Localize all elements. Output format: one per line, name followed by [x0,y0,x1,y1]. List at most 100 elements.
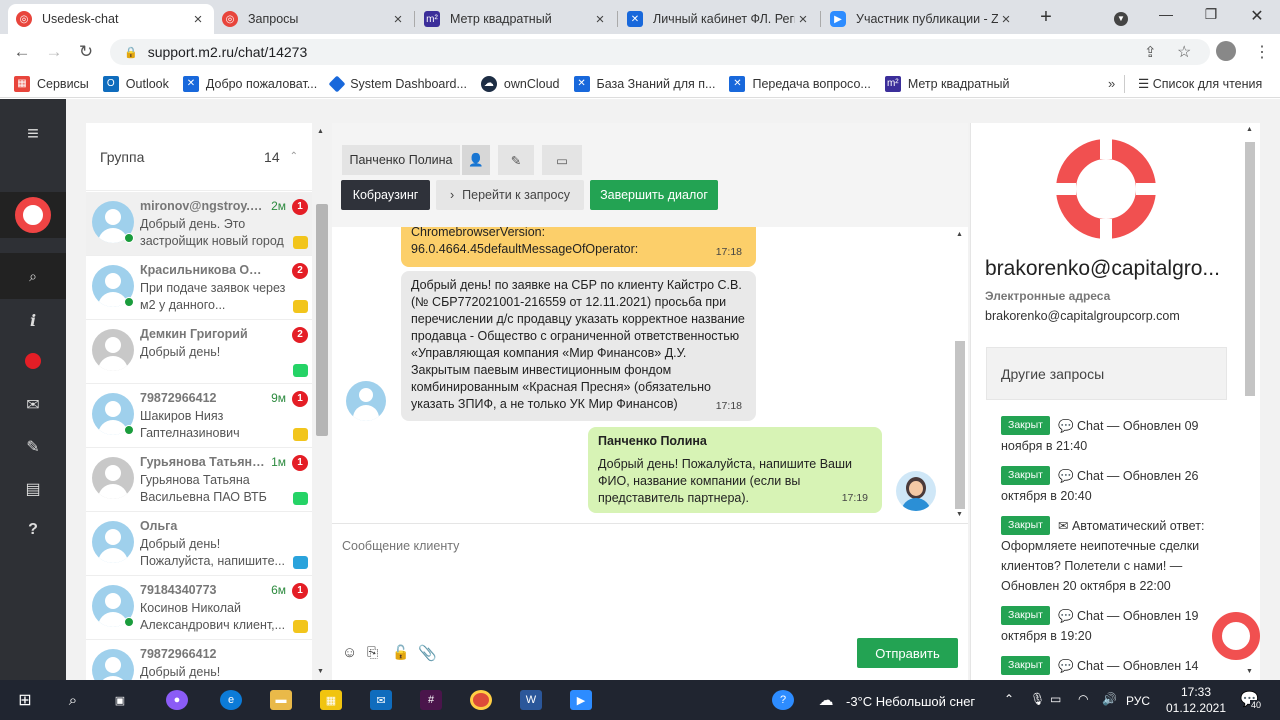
bookmark-outlook[interactable]: O Outlook [102,75,169,92]
bookmark-metr-kvadratny[interactable]: m² Метр квадратный [884,75,1010,92]
scroll-down-arrow[interactable]: ▼ [317,668,324,675]
help-icon[interactable]: ? [772,690,794,710]
network-icon[interactable]: ◠ [1078,692,1088,706]
notifications-button[interactable]: 💬 40 [1240,690,1264,710]
send-button[interactable]: Отправить [857,638,958,668]
chat-list-item[interactable]: 79872966412 Шакиров Нияз Гаптелназинович 9… [86,384,312,448]
search-icon[interactable]: ⌕ [62,690,84,710]
close-icon[interactable]: × [390,11,406,28]
request-item[interactable]: Закрыт ✉ Автоматический ответ: Оформляете… [1001,516,1221,596]
assign-user-button[interactable]: 👤 [462,145,490,175]
back-button[interactable]: ← [12,42,32,62]
scroll-thumb[interactable] [1245,142,1255,396]
chat-list-item[interactable]: mironov@ngstroy.com Добрый день. Это заст… [86,192,312,256]
window-button[interactable]: ▭ [542,145,582,175]
bookmark-services[interactable]: ▦ Сервисы [14,75,89,92]
language-indicator[interactable]: РУС [1126,694,1150,708]
close-icon[interactable]: × [998,11,1014,28]
attach-icon[interactable]: 📎 [418,644,437,662]
bookmark-star-icon[interactable]: ☆ [1177,42,1191,62]
contacts-card-icon[interactable]: ▤ [0,479,66,499]
more-bookmarks-button[interactable]: » [1108,76,1115,91]
minimize-button[interactable]: — [1151,6,1181,22]
group-header[interactable]: Группа 14 ⌃ [86,123,312,191]
forward-button[interactable]: → [44,42,64,62]
chevron-up-icon[interactable]: ⌃ [290,151,298,162]
bookmark-owncloud[interactable]: ☁ ownCloud [480,75,560,92]
chat-list-item[interactable]: Ольга Добрый день! Пожалуйста, напишите..… [86,512,312,576]
tab-usedesk-chat[interactable]: ◎ Usedesk-chat × [8,4,214,34]
chat-list-item[interactable]: Демкин Григорий Добрый день! 2 [86,320,312,384]
cobrowsing-button[interactable]: Кобраузинг [341,180,430,210]
mail-icon[interactable]: ✉ [370,690,392,710]
scroll-thumb[interactable] [316,204,328,436]
battery-icon[interactable]: ▭ [1050,692,1061,706]
zoom-icon[interactable]: ▶ [570,690,592,710]
app-circle-icon[interactable]: ● [166,690,188,710]
tab-zoom[interactable]: ▶ Участник публикации - Zoom × [822,4,1022,34]
ticket-icon[interactable]: ✎ [0,437,66,457]
chat-list-item[interactable]: Красильникова Ольга При подаче заявок чер… [86,256,312,320]
chat-list-item[interactable]: 79184340773 Косинов Николай Александрович… [86,576,312,640]
finish-dialog-button[interactable]: Завершить диалог [590,180,718,210]
request-item[interactable]: Закрыт 💬 Chat — Обновлен 14 [1001,656,1221,678]
support-widget-button[interactable] [1212,612,1260,660]
tray-chevron-up-icon[interactable]: ⌃ [1004,692,1014,706]
chat-list-item[interactable]: 79872966412 Добрый день! Пожалуйста, напи… [86,640,312,680]
templates-icon[interactable]: ⎘ [367,644,378,661]
chrome-icon[interactable] [470,690,492,710]
lock-icon[interactable]: 🔓 [392,644,409,661]
message-scrollbar[interactable]: ▲ ▼ [954,231,966,521]
assignee-field[interactable]: Панченко Полина [342,145,460,175]
reload-button[interactable]: ↻ [76,42,96,62]
slack-icon[interactable]: # [420,690,442,710]
tab-search-button[interactable]: ▼ [1106,8,1136,26]
client-email[interactable]: brakorenko@capitalgroupcorp.com [985,309,1180,323]
edge-icon[interactable]: e [220,690,242,710]
info-icon[interactable]: i [0,311,66,330]
bookmark-system-dashboard[interactable]: System Dashboard... [328,75,467,92]
scroll-thumb[interactable] [955,341,965,509]
windows-start-icon[interactable]: ⊞ [14,690,36,710]
tag-button[interactable]: ✎ [498,145,534,175]
scroll-up-arrow[interactable]: ▲ [317,128,324,135]
close-icon[interactable]: × [592,11,608,28]
emoji-icon[interactable]: ☺ [342,644,357,661]
close-icon[interactable]: × [795,11,811,28]
scroll-down-arrow[interactable]: ▼ [1246,668,1253,675]
bookmark-welcome[interactable]: ✕ Добро пожаловат... [182,75,317,92]
microphone-icon[interactable]: 🎙 [1030,692,1045,706]
weather-text[interactable]: -3°C Небольшой снег [846,694,975,709]
task-view-icon[interactable]: ▣ [109,690,131,710]
chat-list-item[interactable]: Гурьянова Татьяна Васильевна Гурьянова Та… [86,448,312,512]
store-icon[interactable]: ▦ [320,690,342,710]
request-item[interactable]: Закрыт 💬 Chat — Обновлен 19 октября в 19:… [1001,606,1221,646]
logo[interactable] [0,192,66,238]
mail-icon[interactable]: ✉ [0,395,66,415]
reading-list-button[interactable]: ☰ Список для чтения [1138,76,1262,91]
word-icon[interactable]: W [520,690,542,710]
request-item[interactable]: Закрыт 💬 Chat — Обновлен 09 ноября в 21:4… [1001,416,1221,456]
volume-icon[interactable]: 🔊 [1102,692,1117,706]
profile-avatar[interactable] [1216,41,1236,61]
scroll-down-arrow[interactable]: ▼ [956,511,963,518]
scroll-up-arrow[interactable]: ▲ [1246,126,1253,133]
bookmark-knowledge-base[interactable]: ✕ База Знаний для п... [573,75,715,92]
help-icon[interactable]: ? [0,521,66,539]
right-panel-scrollbar[interactable]: ▲ ▼ [1244,126,1256,678]
hamburger-menu-icon[interactable]: ≡ [0,123,66,146]
tab-requests[interactable]: ◎ Запросы × [214,4,414,34]
goto-request-button[interactable]: › Перейти к запросу [436,180,584,210]
share-icon[interactable]: ⇪ [1144,43,1157,61]
new-tab-button[interactable]: + [1034,6,1058,30]
request-item[interactable]: Закрыт 💬 Chat — Обновлен 26 октября в 20:… [1001,466,1221,506]
search-icon[interactable]: ⌕ [0,253,66,299]
record-icon[interactable] [0,353,66,369]
clock[interactable]: 17:33 01.12.2021 [1160,684,1232,716]
scroll-up-arrow[interactable]: ▲ [956,231,963,238]
close-icon[interactable]: × [190,11,206,28]
file-explorer-icon[interactable]: ▬ [270,690,292,710]
message-input[interactable] [342,536,942,556]
tab-lichny-kabinet[interactable]: ✕ Личный кабинет ФЛ. Регистрация × [619,4,819,34]
maximize-button[interactable]: ❐ [1196,6,1226,23]
